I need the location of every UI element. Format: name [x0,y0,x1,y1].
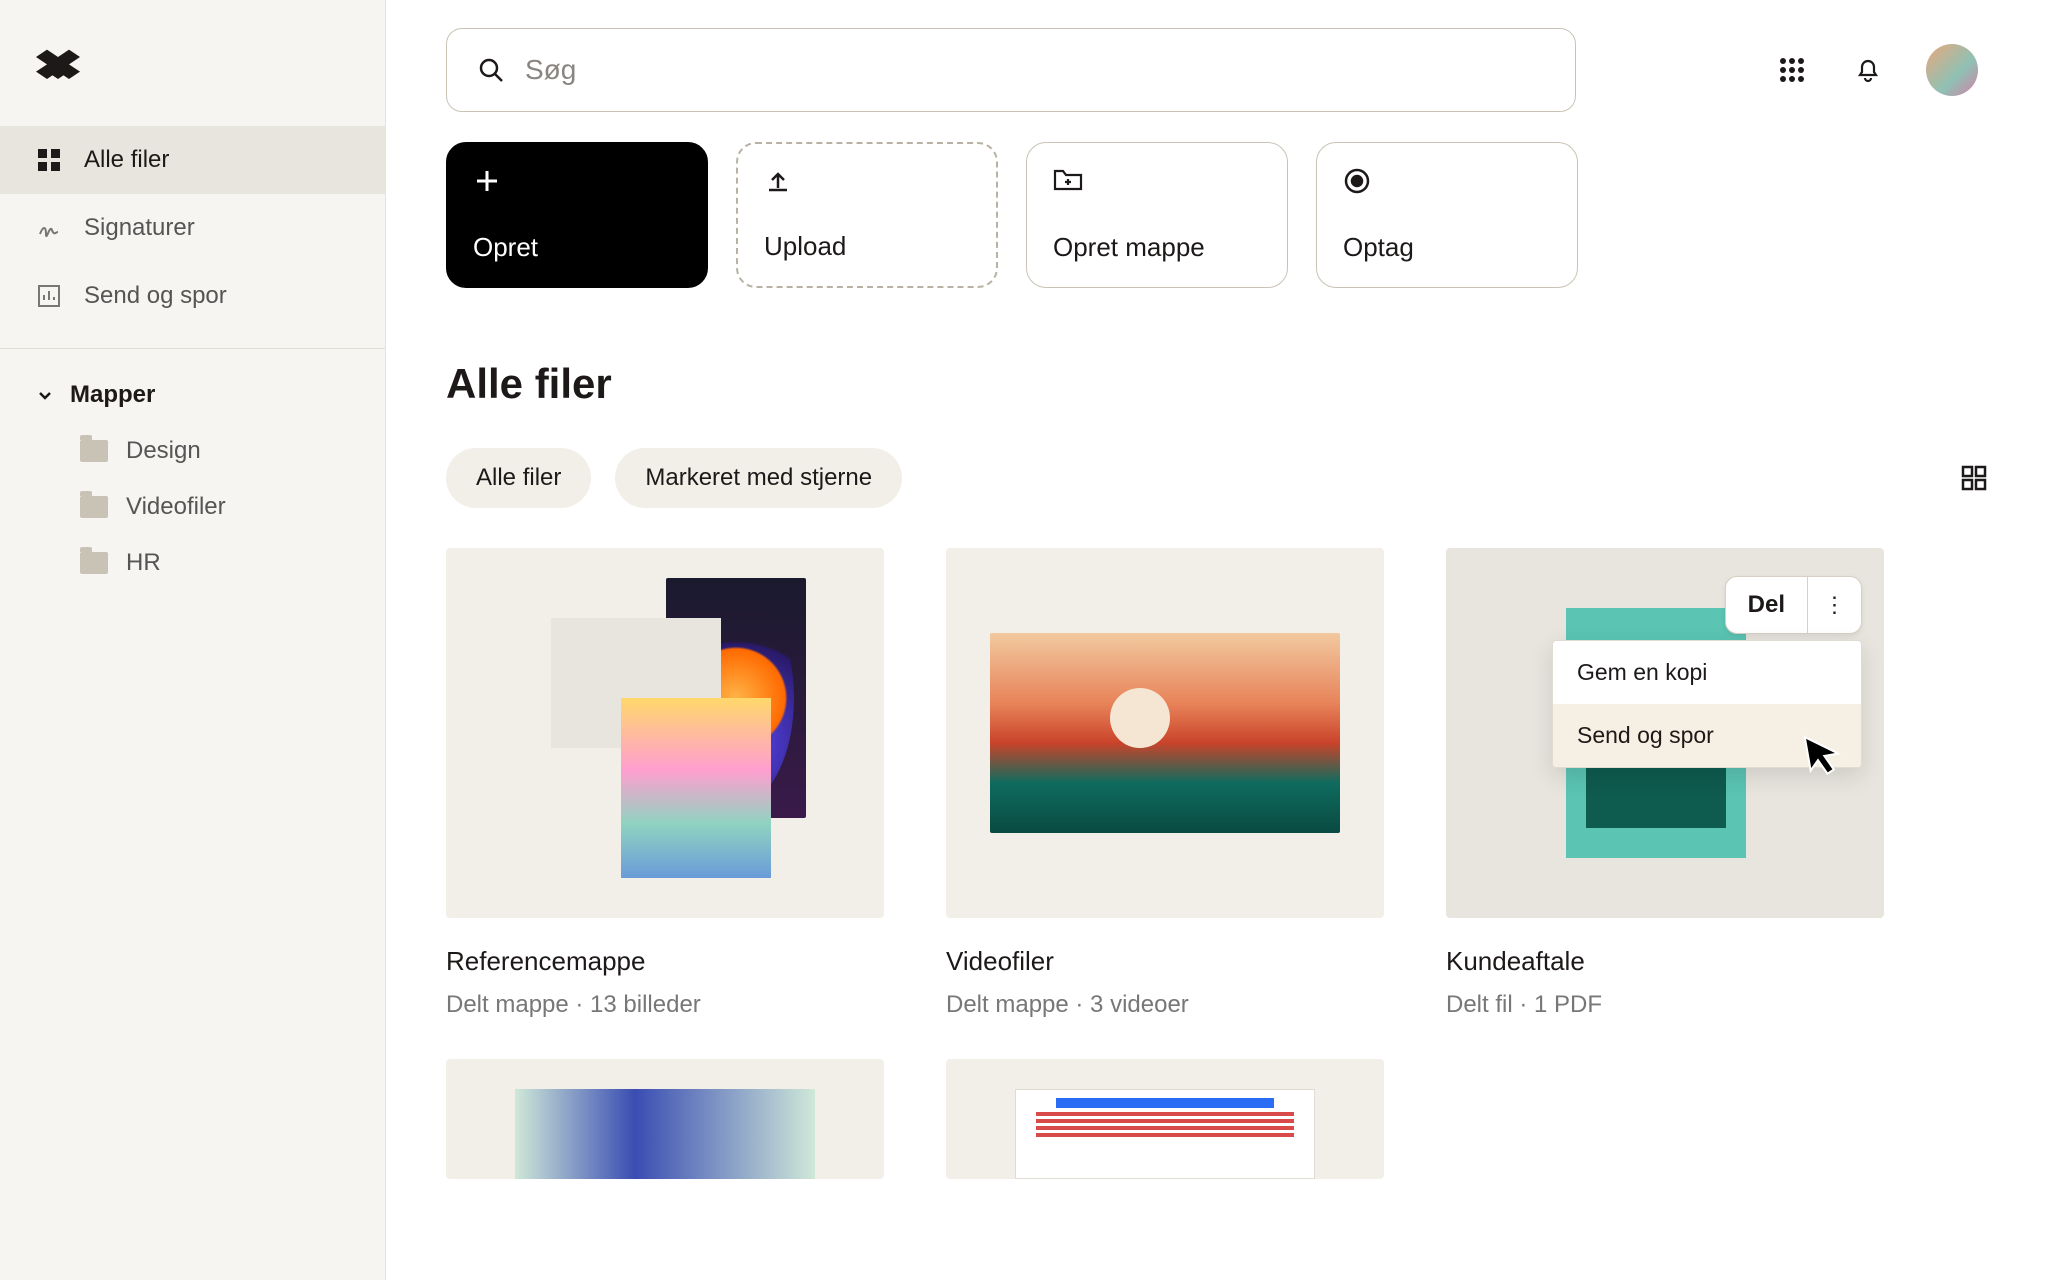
file-card[interactable]: Referencemappe Delt mappe · 13 billeder [446,548,884,1019]
file-title: Kundeaftale [1446,946,1884,977]
sidebar-item-label: Send og spor [84,282,227,310]
folder-item-design[interactable]: Design [0,423,385,479]
sidebar-item-send-track[interactable]: Send og spor [0,262,385,330]
file-thumbnail [946,548,1384,918]
sidebar-item-signatures[interactable]: Signaturer [0,194,385,262]
plus-icon [473,167,681,195]
main-content: Opret Upload Opret mappe Optag Alle file… [386,0,2048,1280]
share-button[interactable]: Del [1726,577,1807,633]
share-chip: Del ⋮ [1725,576,1862,634]
context-menu: Gem en kopi Send og spor [1552,640,1862,768]
folders-toggle[interactable]: Mapper [0,367,385,423]
filter-starred[interactable]: Markeret med stjerne [615,448,902,508]
folder-label: HR [126,549,161,577]
signature-icon [36,215,62,241]
search-box[interactable] [446,28,1576,112]
chart-icon [36,283,62,309]
more-menu-button[interactable]: ⋮ [1807,577,1861,633]
folder-label: Design [126,437,201,465]
sidebar-item-label: Alle filer [84,146,169,174]
layout-grid-icon[interactable] [1960,464,1988,492]
folder-item-videofiler[interactable]: Videofiler [0,479,385,535]
folder-icon [80,552,108,574]
filter-all[interactable]: Alle filer [446,448,591,508]
menu-item-send-track[interactable]: Send og spor [1553,704,1861,767]
file-title: Referencemappe [446,946,884,977]
file-grid: Referencemappe Delt mappe · 13 billeder … [446,548,1988,1019]
record-icon [1343,167,1551,195]
file-meta: Delt mappe · 13 billeder [446,991,884,1019]
file-thumbnail: Kundeaftale Del ⋮ Gem en kopi Send og sp… [1446,548,1884,918]
menu-item-save-copy[interactable]: Gem en kopi [1553,641,1861,704]
sidebar-item-label: Signaturer [84,214,195,242]
file-title: Videofiler [946,946,1384,977]
dropbox-logo[interactable] [0,20,385,126]
file-grid-row-2 [446,1059,1988,1179]
folder-icon [80,440,108,462]
filter-row: Alle filer Markeret med stjerne [446,448,1988,508]
sidebar: Alle filer Signaturer Send og spor Mappe… [0,0,386,1280]
action-label: Upload [764,231,970,262]
apps-grid-icon[interactable] [1774,52,1810,88]
folder-plus-icon [1053,167,1261,193]
action-label: Opret mappe [1053,232,1261,263]
action-record[interactable]: Optag [1316,142,1578,288]
upload-icon [764,168,970,196]
action-label: Opret [473,232,681,263]
action-create[interactable]: Opret [446,142,708,288]
file-card[interactable]: Videofiler Delt mappe · 3 videoer [946,548,1384,1019]
file-thumbnail[interactable] [946,1059,1384,1179]
file-thumbnail[interactable] [446,1059,884,1179]
topbar [446,28,1988,112]
avatar[interactable] [1926,44,1978,96]
sidebar-item-all-files[interactable]: Alle filer [0,126,385,194]
action-create-folder[interactable]: Opret mappe [1026,142,1288,288]
action-upload[interactable]: Upload [736,142,998,288]
chevron-down-icon [36,386,56,404]
file-meta: Delt fil · 1 PDF [1446,991,1884,1019]
folders-header-label: Mapper [70,381,155,409]
folder-label: Videofiler [126,493,226,521]
file-card[interactable]: Kundeaftale Del ⋮ Gem en kopi Send og sp… [1446,548,1884,1019]
quick-actions: Opret Upload Opret mappe Optag [446,142,1988,288]
search-icon [477,56,505,84]
grid-small-icon [36,147,62,173]
file-meta: Delt mappe · 3 videoer [946,991,1384,1019]
folder-item-hr[interactable]: HR [0,535,385,591]
search-input[interactable] [525,54,1545,86]
sidebar-divider [0,348,385,349]
bell-icon[interactable] [1850,52,1886,88]
action-label: Optag [1343,232,1551,263]
file-thumbnail [446,548,884,918]
folder-icon [80,496,108,518]
page-title: Alle filer [446,360,1988,408]
